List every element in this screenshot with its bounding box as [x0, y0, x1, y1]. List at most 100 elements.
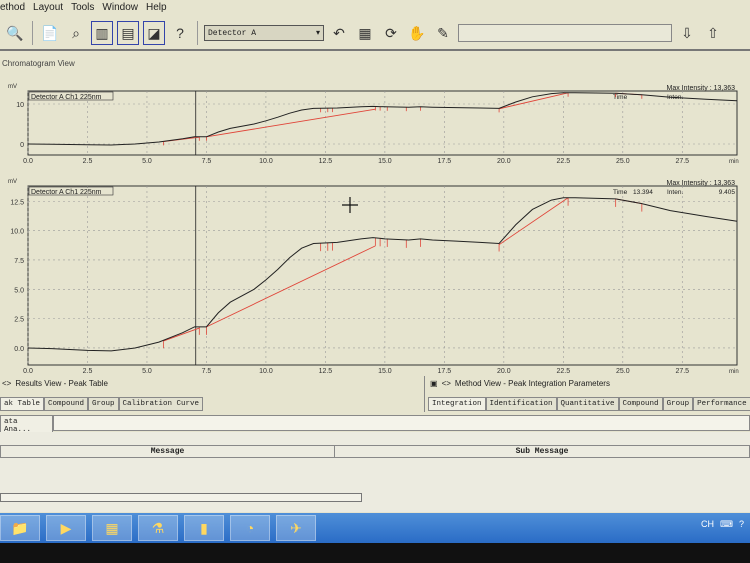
x-tick-label: 5.0	[142, 368, 152, 375]
chart-app-icon[interactable]: ▮	[184, 515, 224, 541]
x-tick-label: 0.0	[23, 158, 33, 165]
lab-app-icon[interactable]: ⚗	[138, 515, 178, 541]
tab-quantitative[interactable]: Quantitative	[556, 397, 619, 411]
baseline-segment	[498, 197, 569, 246]
tab-compound[interactable]: Compound	[44, 397, 89, 411]
tab-compound[interactable]: Compound	[618, 397, 663, 411]
menu-layout[interactable]: Layout	[33, 2, 63, 13]
zoom-view-icon[interactable]: 🔍	[4, 21, 26, 45]
x-tick-label: 2.5	[83, 368, 93, 375]
tab-identification[interactable]: Identification	[485, 397, 557, 411]
undo-icon[interactable]: ↶	[328, 21, 350, 45]
y-unit-label: mV	[8, 179, 17, 185]
max-intensity: Max Intensity : 13,363	[667, 180, 736, 187]
column-message[interactable]: Message	[1, 446, 335, 457]
column-sub-message[interactable]: Sub Message	[335, 446, 749, 457]
taskbar: 📁 ▶ ▦ ⚗ ▮ ◔ ✈	[0, 513, 750, 543]
time-value: 13.394	[633, 189, 653, 196]
x-tick-label: 7.5	[202, 158, 212, 165]
keyboard-icon[interactable]: ⌨	[720, 519, 733, 530]
chromatogram-chart[interactable]: 0.0 2.5 5.0 7.5 10.0 12.5 15.0 17.5 20.0 22.5 25.0…	[0, 75, 750, 375]
refresh-chart-icon[interactable]: ⟳	[380, 21, 402, 45]
tab-strip-area	[52, 415, 750, 431]
analysis-app-icon[interactable]: ◔	[230, 515, 270, 541]
plot-frame	[27, 185, 738, 366]
hand-chart-icon[interactable]: ✋	[406, 21, 428, 45]
x-tick-label: 12.5	[319, 158, 333, 165]
y-tick-label: 10	[16, 102, 24, 109]
y-unit-label: mV	[8, 84, 17, 90]
x-unit-label: min	[729, 159, 739, 165]
baseline-segment	[206, 245, 376, 328]
y-tick-label: 5.0	[14, 287, 24, 294]
y-tick-label: 7.5	[14, 258, 24, 265]
menu-tools[interactable]: Tools	[71, 2, 94, 13]
method-view-header: ▣ <> Method View - Peak Integration Parame…	[430, 379, 610, 388]
horizontal-scrollbar[interactable]	[0, 493, 362, 502]
trace-label: Detector A Ch1 225nm	[31, 94, 102, 101]
chromatogram-view-title: Chromatogram View	[2, 59, 75, 68]
divider	[424, 376, 425, 412]
x-tick-label: 2.5	[83, 158, 93, 165]
menu-help[interactable]: Help	[146, 2, 167, 13]
x-tick-label: 20.0	[497, 158, 511, 165]
help-icon[interactable]: ?	[739, 519, 744, 530]
method-view-title: Method View - Peak Integration Parameter…	[454, 379, 610, 388]
peak-up-icon[interactable]: ⇧	[702, 21, 724, 45]
menu-window[interactable]: Window	[102, 2, 138, 13]
tab-integration[interactable]: Integration	[428, 397, 486, 411]
inten-label: Inten.	[667, 189, 683, 196]
method-tabs: Integration Identification Quantitative …	[428, 397, 750, 411]
stack-icon[interactable]: ▦	[354, 21, 376, 45]
x-tick-label: 22.5	[557, 368, 571, 375]
media-player-icon[interactable]: ▶	[46, 515, 86, 541]
tab-group[interactable]: Group	[88, 397, 119, 411]
help-button[interactable]: ?	[169, 21, 191, 45]
x-tick-label: 25.0	[616, 368, 630, 375]
x-tick-label: 25.0	[616, 158, 630, 165]
y-tick-label: 0.0	[14, 346, 24, 353]
baseline-segment	[163, 327, 200, 342]
x-tick-label: 10.0	[259, 158, 273, 165]
file-explorer-icon[interactable]: 📁	[0, 515, 40, 541]
x-tick-label: 27.5	[675, 158, 689, 165]
detector-select[interactable]: Detector A ▾	[204, 25, 324, 41]
system-tray: CH ⌨ ?	[701, 519, 744, 530]
monitor-bezel	[0, 543, 750, 563]
window-icon[interactable]: ▣	[430, 379, 438, 388]
expand-icon[interactable]: <>	[2, 379, 11, 388]
x-tick-label: 22.5	[557, 158, 571, 165]
baseline-segment	[498, 92, 569, 110]
layout-split-icon[interactable]: ▤	[117, 21, 139, 45]
x-tick-label: 15.0	[378, 368, 392, 375]
x-tick-label: 12.5	[319, 368, 333, 375]
x-tick-label: 10.0	[259, 368, 273, 375]
divider	[32, 21, 33, 45]
results-view-header: <> Results View - Peak Table	[2, 379, 108, 388]
y-tick-label: 0	[20, 142, 24, 149]
calculator-icon[interactable]: ▦	[92, 515, 132, 541]
toolbar: 🔍 📄 ⌕ ▥ ▤ ◪ ? Detector A ▾ ↶ ▦ ⟳ ✋ ✎ ⇩ ⇧	[0, 17, 750, 51]
peak-down-icon[interactable]: ⇩	[676, 21, 698, 45]
time-label: Time	[613, 94, 628, 101]
pin-icon[interactable]: ✎	[432, 21, 454, 45]
tab-calibration-curve[interactable]: Calibration Curve	[118, 397, 204, 411]
expand-icon[interactable]: <>	[442, 379, 451, 388]
copy-icon[interactable]: 📄	[39, 21, 61, 45]
signal-trace	[27, 92, 738, 146]
x-tick-label: 17.5	[438, 368, 452, 375]
chevron-down-icon: ▾	[315, 29, 320, 38]
layout-left-icon[interactable]: ▥	[91, 21, 113, 45]
x-tick-label: 0.0	[23, 368, 33, 375]
layout-corner-icon[interactable]: ◪	[143, 21, 165, 45]
toolbar-input[interactable]	[458, 24, 672, 42]
language-indicator[interactable]: CH	[701, 519, 714, 530]
binoculars-icon[interactable]: ⌕	[65, 21, 87, 45]
tab-performance[interactable]: Performance	[693, 397, 750, 411]
y-tick-label: 2.5	[14, 317, 24, 324]
tab-peak-table[interactable]: ak Table	[0, 397, 45, 411]
signal-trace	[27, 197, 738, 352]
menu-method[interactable]: ethod	[0, 2, 25, 13]
messenger-icon[interactable]: ✈	[276, 515, 316, 541]
tab-group[interactable]: Group	[662, 397, 694, 411]
